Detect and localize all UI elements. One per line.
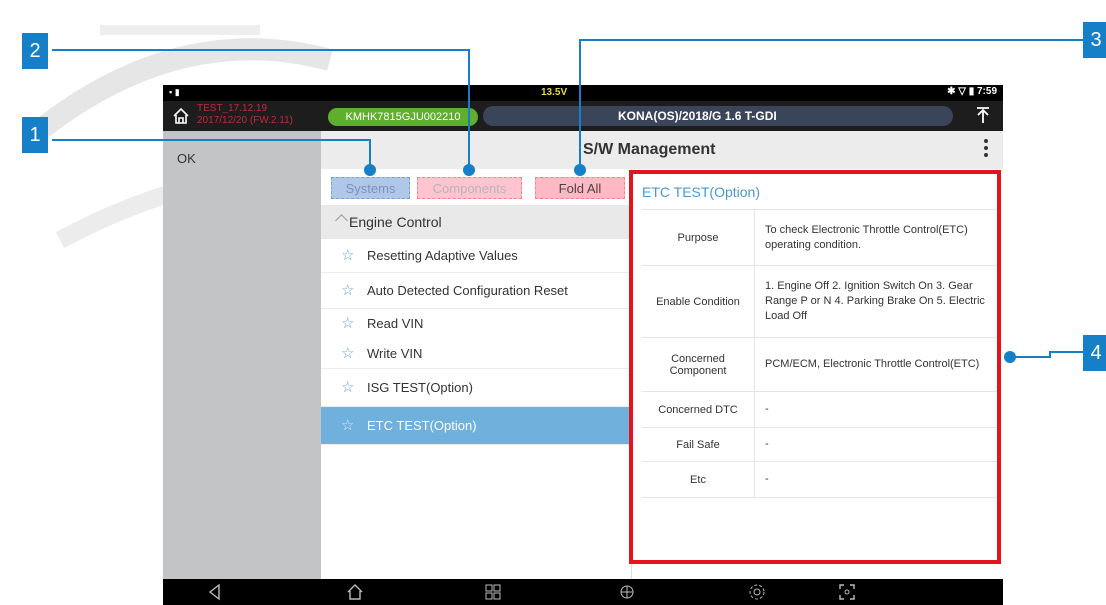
list-item[interactable]: ☆ Auto Detected Configuration Reset: [321, 273, 629, 309]
page-title: S/W Management: [583, 141, 716, 158]
tab-components[interactable]: Components: [417, 177, 522, 199]
callout-1: 1: [22, 117, 48, 153]
clock-time: 7:59: [976, 86, 997, 97]
star-icon[interactable]: ☆: [341, 369, 354, 407]
list-item[interactable]: ☆ Read VIN: [321, 309, 629, 339]
home-icon[interactable]: [171, 106, 191, 126]
screenshot-icon[interactable]: [837, 582, 857, 602]
group-header-engine-control[interactable]: Engine Control: [321, 205, 629, 239]
left-panel: OK: [163, 131, 321, 579]
test-name: TEST_17.12.19: [197, 103, 268, 114]
globe-icon[interactable]: [617, 582, 637, 602]
star-icon[interactable]: ☆: [341, 239, 354, 273]
page-header: S/W Management: [321, 131, 1003, 169]
callout-4: 4: [1083, 335, 1106, 371]
callout-2: 2: [22, 33, 48, 69]
home-icon[interactable]: [345, 582, 365, 602]
menu-icon[interactable]: [983, 139, 989, 161]
star-icon[interactable]: ☆: [341, 273, 354, 309]
navigation-bar: [163, 579, 1003, 605]
list-item-label: Read VIN: [367, 316, 424, 331]
list-item[interactable]: ☆ Write VIN: [321, 339, 629, 369]
star-icon[interactable]: ☆: [341, 309, 354, 339]
test-info: TEST_17.12.19 2017/12/20 (FW.2.11): [197, 103, 293, 127]
battery-voltage: 13.5V: [541, 87, 568, 98]
list-item-selected[interactable]: ☆ ETC TEST(Option): [321, 407, 629, 445]
star-icon[interactable]: ☆: [341, 339, 354, 369]
group-label: Engine Control: [349, 214, 442, 230]
vehicle-info: KONA(OS)/2018/G 1.6 T-GDI: [483, 106, 953, 126]
chevron-up-icon: [335, 214, 348, 227]
list-item-label: ETC TEST(Option): [367, 418, 477, 433]
list-item[interactable]: ☆ ISG TEST(Option): [321, 369, 629, 407]
star-icon[interactable]: ☆: [341, 407, 354, 445]
fold-all-button[interactable]: Fold All: [535, 177, 625, 199]
apps-icon[interactable]: [483, 582, 503, 602]
upload-icon[interactable]: [973, 106, 993, 126]
notification-icon: ▪ ▮: [169, 87, 180, 97]
ok-label: OK: [177, 151, 196, 166]
callout-3: 3: [1083, 22, 1106, 58]
gear-icon[interactable]: [747, 582, 767, 602]
vin-badge: KMHK7815GJU002210: [328, 108, 478, 126]
test-date: 2017/12/20 (FW.2.11): [197, 115, 293, 126]
status-bar: ▪ ▮ 13.5V ✱ ▽ ▮ 7:59: [163, 85, 1003, 101]
status-clock: ✱ ▽ ▮ 7:59: [947, 86, 997, 97]
function-list: Engine Control ☆ Resetting Adaptive Valu…: [321, 205, 629, 445]
detail-highlight-box: [629, 170, 1001, 564]
list-item-label: Auto Detected Configuration Reset: [367, 283, 568, 298]
title-bar: TEST_17.12.19 2017/12/20 (FW.2.11) KMHK7…: [163, 101, 1003, 131]
list-item-label: Write VIN: [367, 346, 423, 361]
tab-systems[interactable]: Systems: [331, 177, 410, 199]
list-item-label: ISG TEST(Option): [367, 380, 473, 395]
list-item[interactable]: ☆ Resetting Adaptive Values: [321, 239, 629, 273]
list-item-label: Resetting Adaptive Values: [367, 248, 518, 263]
back-icon[interactable]: [205, 582, 225, 602]
